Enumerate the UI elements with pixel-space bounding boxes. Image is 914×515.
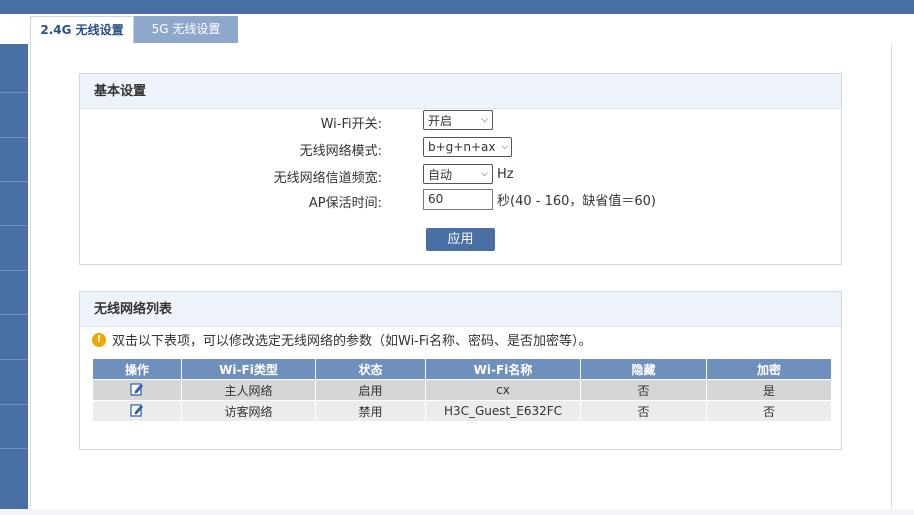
wireless-network-table: 操作 Wi-Fi类型 状态 Wi-Fi名称 隐藏 加密 主人网络 启用 cx 否…	[92, 358, 832, 422]
top-bar	[0, 0, 914, 14]
bandwidth-value: 自动	[428, 167, 453, 182]
tab-bar: 2.4G 无线设置 5G 无线设置	[30, 16, 238, 44]
operation-cell	[92, 400, 182, 422]
hidden-cell: 否	[580, 400, 707, 422]
wireless-list-title: 无线网络列表	[80, 292, 841, 327]
warning-icon: !	[92, 332, 106, 347]
col-hidden: 隐藏	[580, 358, 707, 380]
wifi-type-cell: 访客网络	[181, 400, 316, 422]
main-content: 基本设置 Wi-Fi开关: 开启 ⌵ 无线网络模式: b+g+n+ax ⌵ 无线…	[30, 44, 892, 509]
status-cell: 禁用	[315, 400, 426, 422]
col-wifi-name: Wi-Fi名称	[425, 358, 581, 380]
chevron-down-icon: ⌵	[501, 142, 509, 152]
basic-settings-title: 基本设置	[80, 74, 841, 109]
wifi-switch-label: Wi-Fi开关:	[320, 117, 382, 132]
wifi-name-cell: H3C_Guest_E632FC	[425, 400, 581, 422]
table-row[interactable]: 主人网络 启用 cx 否 是	[92, 379, 832, 401]
ap-keepalive-label: AP保活时间:	[308, 196, 382, 211]
col-encryption: 加密	[706, 358, 832, 380]
ap-keepalive-input[interactable]: 60	[423, 189, 493, 210]
bottom-strip	[0, 509, 914, 515]
wifi-switch-row: Wi-Fi开关: 开启 ⌵	[80, 110, 841, 134]
mode-value: b+g+n+ax	[428, 140, 496, 154]
table-row[interactable]: 访客网络 禁用 H3C_Guest_E632FC 否 否	[92, 400, 832, 422]
mode-select[interactable]: b+g+n+ax ⌵	[423, 137, 512, 157]
encryption-cell: 否	[706, 400, 832, 422]
bandwidth-label: 无线网络信道频宽:	[273, 171, 382, 186]
hint-row: ! 双击以下表项，可以修改选定无线网络的参数（如Wi-Fi名称、密码、是否加密等…	[92, 330, 592, 349]
bandwidth-unit: Hz	[497, 166, 514, 182]
hidden-cell: 否	[580, 379, 707, 401]
chevron-down-icon: ⌵	[481, 169, 488, 179]
bandwidth-row: 无线网络信道频宽: 自动 ⌵ Hz	[80, 164, 841, 188]
operation-cell	[92, 379, 182, 401]
left-sidebar	[0, 44, 28, 515]
ap-keepalive-hint: 秒(40 - 160，缺省值＝60)	[497, 194, 656, 209]
col-wifi-type: Wi-Fi类型	[181, 358, 316, 380]
basic-settings-panel: 基本设置 Wi-Fi开关: 开启 ⌵ 无线网络模式: b+g+n+ax ⌵ 无线…	[79, 73, 842, 265]
status-cell: 启用	[315, 379, 426, 401]
col-operation: 操作	[92, 358, 182, 380]
wifi-name-cell: cx	[425, 379, 581, 401]
wifi-switch-select[interactable]: 开启 ⌵	[423, 110, 493, 130]
apply-button[interactable]: 应用	[426, 228, 495, 251]
encryption-cell: 是	[706, 379, 832, 401]
chevron-down-icon: ⌵	[481, 115, 488, 125]
wifi-switch-value: 开启	[428, 113, 453, 128]
ap-keepalive-row: AP保活时间: 60 秒(40 - 160，缺省值＝60)	[80, 189, 841, 213]
bandwidth-select[interactable]: 自动 ⌵	[423, 164, 493, 184]
tab-5g[interactable]: 5G 无线设置	[134, 16, 238, 43]
wireless-list-panel: 无线网络列表 ! 双击以下表项，可以修改选定无线网络的参数（如Wi-Fi名称、密…	[79, 291, 842, 450]
mode-label: 无线网络模式:	[299, 144, 382, 159]
hint-text: 双击以下表项，可以修改选定无线网络的参数（如Wi-Fi名称、密码、是否加密等）。	[112, 334, 592, 349]
wifi-type-cell: 主人网络	[181, 379, 316, 401]
tab-2-4g[interactable]: 2.4G 无线设置	[30, 16, 134, 44]
mode-row: 无线网络模式: b+g+n+ax ⌵	[80, 137, 841, 161]
table-header-row: 操作 Wi-Fi类型 状态 Wi-Fi名称 隐藏 加密	[92, 358, 832, 380]
edit-icon[interactable]	[130, 403, 144, 420]
col-status: 状态	[315, 358, 426, 380]
edit-icon[interactable]	[130, 382, 144, 399]
